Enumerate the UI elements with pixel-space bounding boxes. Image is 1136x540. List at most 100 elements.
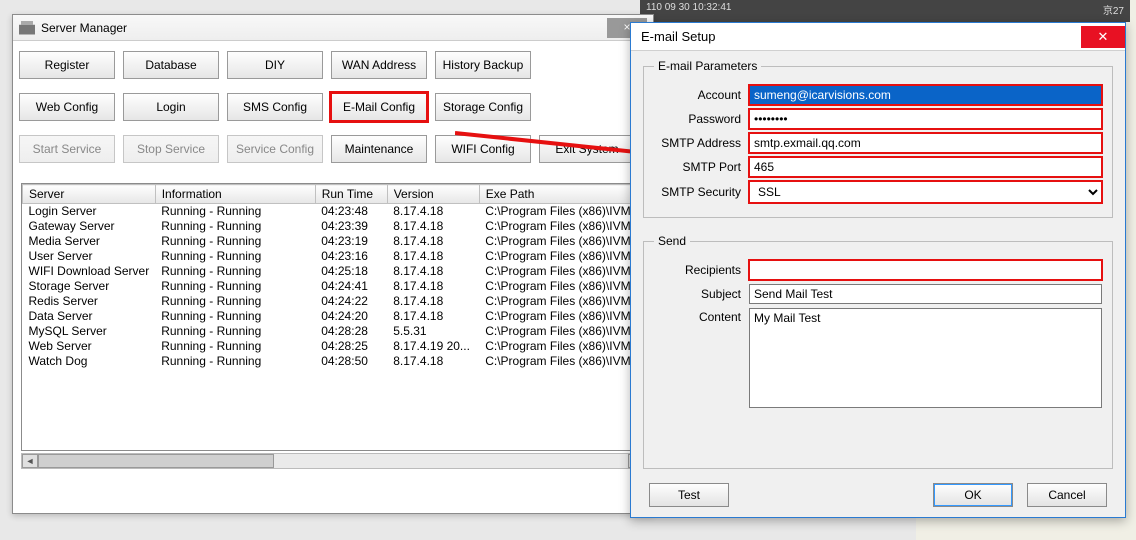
cell-run: 04:23:16 [315, 249, 387, 264]
col-version[interactable]: Version [387, 185, 479, 204]
web-config-button[interactable]: Web Config [19, 93, 115, 121]
password-field[interactable] [749, 109, 1102, 129]
storage-config-button[interactable]: Storage Config [435, 93, 531, 121]
table-row[interactable]: Data ServerRunning - Running04:24:208.17… [23, 309, 644, 324]
col-server[interactable]: Server [23, 185, 156, 204]
close-button[interactable]: ✕ [1081, 26, 1125, 48]
sms-config-button[interactable]: SMS Config [227, 93, 323, 121]
account-label: Account [654, 88, 749, 102]
test-button[interactable]: Test [649, 483, 729, 507]
history-backup-button[interactable]: History Backup [435, 51, 531, 79]
maintenance-button[interactable]: Maintenance [331, 135, 427, 163]
col-exepath[interactable]: Exe Path [479, 185, 643, 204]
subject-field[interactable] [749, 284, 1102, 304]
ok-button[interactable]: OK [933, 483, 1013, 507]
wifi-config-button[interactable]: WIFI Config [435, 135, 531, 163]
cell-ver: 8.17.4.18 [387, 234, 479, 249]
cell-run: 04:23:19 [315, 234, 387, 249]
start-service-button[interactable]: Start Service [19, 135, 115, 163]
scroll-thumb[interactable] [38, 454, 274, 468]
smtp-port-field[interactable] [749, 157, 1102, 177]
smtp-security-select[interactable]: SSL [749, 181, 1102, 203]
cell-server: Gateway Server [23, 219, 156, 234]
cell-server: Redis Server [23, 294, 156, 309]
cell-server: Watch Dog [23, 354, 156, 369]
table-row[interactable]: User ServerRunning - Running04:23:168.17… [23, 249, 644, 264]
smtp-address-label: SMTP Address [654, 136, 749, 150]
cell-run: 04:28:25 [315, 339, 387, 354]
scroll-track[interactable] [38, 454, 628, 468]
cell-ver: 8.17.4.18 [387, 249, 479, 264]
service-config-button[interactable]: Service Config [227, 135, 323, 163]
cancel-button[interactable]: Cancel [1027, 483, 1107, 507]
stop-service-button[interactable]: Stop Service [123, 135, 219, 163]
scroll-left-arrow-icon[interactable]: ◄ [22, 454, 38, 468]
cell-ver: 8.17.4.18 [387, 264, 479, 279]
table-row[interactable]: Redis ServerRunning - Running04:24:228.1… [23, 294, 644, 309]
cell-server: Media Server [23, 234, 156, 249]
exit-system-button[interactable]: Exit System [539, 135, 635, 163]
email-config-button[interactable]: E-Mail Config [331, 93, 427, 121]
cell-path: C:\Program Files (x86)\IVM [479, 249, 643, 264]
server-manager-titlebar: Server Manager × [13, 15, 653, 41]
smtp-port-label: SMTP Port [654, 160, 749, 174]
wan-address-button[interactable]: WAN Address [331, 51, 427, 79]
topbar-clock: 110 09 30 10:32:41 [640, 0, 737, 22]
server-manager-window: Server Manager × Register Database DIY W… [12, 14, 654, 514]
col-runtime[interactable]: Run Time [315, 185, 387, 204]
cell-run: 04:28:28 [315, 324, 387, 339]
table-row[interactable]: Login ServerRunning - Running04:23:488.1… [23, 204, 644, 220]
cell-run: 04:24:20 [315, 309, 387, 324]
diy-button[interactable]: DIY [227, 51, 323, 79]
cell-server: Data Server [23, 309, 156, 324]
cell-path: C:\Program Files (x86)\IVM [479, 294, 643, 309]
email-parameters-legend: E-mail Parameters [654, 59, 761, 73]
cell-path: C:\Program Files (x86)\IVM [479, 264, 643, 279]
table-row[interactable]: Media ServerRunning - Running04:23:198.1… [23, 234, 644, 249]
horizontal-scrollbar[interactable]: ◄ ► [21, 453, 645, 469]
cell-path: C:\Program Files (x86)\IVM [479, 309, 643, 324]
server-table: Server Information Run Time Version Exe … [21, 183, 645, 451]
account-field[interactable] [749, 85, 1102, 105]
toolbar: Register Database DIY WAN Address Histor… [13, 41, 653, 183]
cell-info: Running - Running [155, 294, 315, 309]
database-button[interactable]: Database [123, 51, 219, 79]
cell-path: C:\Program Files (x86)\IVM [479, 339, 643, 354]
table-row[interactable]: WIFI Download ServerRunning - Running04:… [23, 264, 644, 279]
cell-ver: 8.17.4.18 [387, 354, 479, 369]
login-button[interactable]: Login [123, 93, 219, 121]
cell-server: MySQL Server [23, 324, 156, 339]
send-group: Send Recipients Subject Content [643, 234, 1113, 469]
cell-info: Running - Running [155, 354, 315, 369]
background-topbar: 110 09 30 10:32:41 京27 [640, 0, 1130, 22]
smtp-address-field[interactable] [749, 133, 1102, 153]
col-information[interactable]: Information [155, 185, 315, 204]
window-title: Server Manager [41, 21, 607, 35]
cell-path: C:\Program Files (x86)\IVM [479, 324, 643, 339]
dialog-title: E-mail Setup [641, 29, 1081, 44]
email-setup-dialog: E-mail Setup ✕ E-mail Parameters Account… [630, 22, 1126, 518]
cell-server: Web Server [23, 339, 156, 354]
cell-info: Running - Running [155, 339, 315, 354]
table-row[interactable]: MySQL ServerRunning - Running04:28:285.5… [23, 324, 644, 339]
send-legend: Send [654, 234, 690, 248]
cell-server: Storage Server [23, 279, 156, 294]
recipients-field[interactable] [749, 260, 1102, 280]
table-row[interactable]: Storage ServerRunning - Running04:24:418… [23, 279, 644, 294]
cell-server: User Server [23, 249, 156, 264]
cell-run: 04:23:39 [315, 219, 387, 234]
cell-run: 04:28:50 [315, 354, 387, 369]
cell-ver: 8.17.4.18 [387, 309, 479, 324]
table-row[interactable]: Gateway ServerRunning - Running04:23:398… [23, 219, 644, 234]
table-row[interactable]: Watch DogRunning - Running04:28:508.17.4… [23, 354, 644, 369]
cell-ver: 8.17.4.18 [387, 204, 479, 220]
password-label: Password [654, 112, 749, 126]
cell-info: Running - Running [155, 279, 315, 294]
register-button[interactable]: Register [19, 51, 115, 79]
cell-info: Running - Running [155, 204, 315, 220]
cell-run: 04:25:18 [315, 264, 387, 279]
table-row[interactable]: Web ServerRunning - Running04:28:258.17.… [23, 339, 644, 354]
cell-ver: 8.17.4.18 [387, 219, 479, 234]
content-field[interactable] [749, 308, 1102, 408]
cell-info: Running - Running [155, 234, 315, 249]
